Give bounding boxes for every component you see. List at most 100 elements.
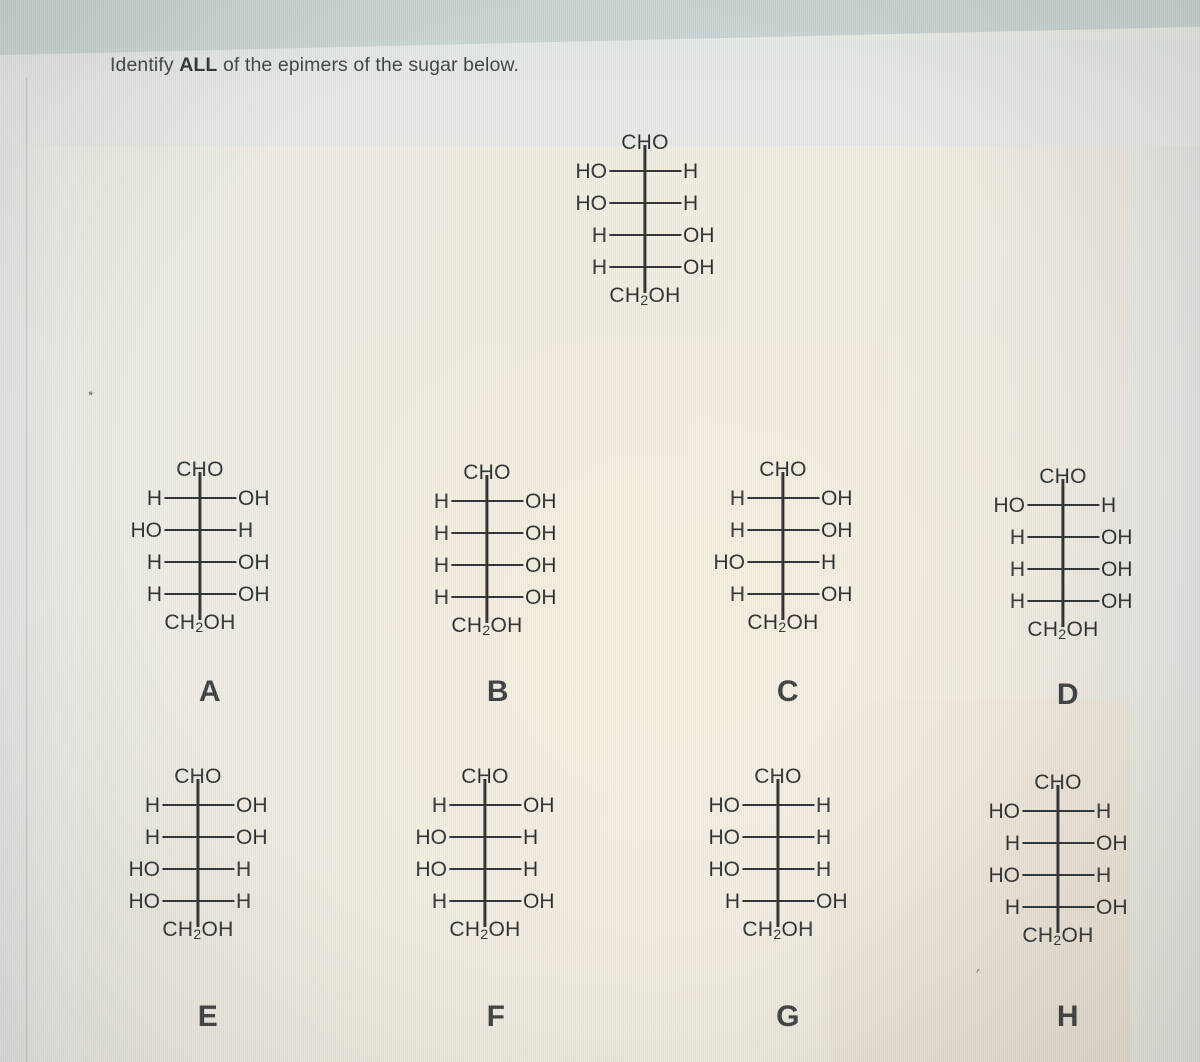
option-g-structure-row-4-left: H [724,889,740,913]
option-a-structure-row-4-left: H [146,582,162,606]
reference-sugar-row-3-left: H [591,223,607,247]
option-d-structure: CHO HO H H OH H OH H OH CH2OH [993,466,1132,642]
option-b-label[interactable]: B [468,675,528,709]
option-e-structure-bond-4 [161,899,234,903]
option-e-structure-row-4-left: HO [128,889,160,913]
option-g-structure-row-4-right: OH [815,889,848,913]
option-a-structure-row-4-right: OH [237,582,270,606]
option-e-label[interactable]: E [178,1000,238,1034]
option-a-structure-bottom-group: CH2OH [164,611,236,635]
option-d-structure-row-1-right: H [1100,493,1117,517]
reference-sugar-bond-4 [608,265,681,269]
option-c-structure-row-3-left: HO [713,550,745,574]
option-b-structure-row-4-left: H [433,585,449,609]
option-b-structure-bond-3 [450,563,523,567]
option-e-structure: CHO H OH H OH HO H HO H CH2OH [128,765,267,942]
option-f-structure-bond-1 [448,803,521,807]
option-g-label[interactable]: G [758,1000,818,1034]
option-d-structure-bond-4 [1026,599,1099,603]
option-c-structure-bond-4 [746,592,819,596]
option-c-structure-row-4-right: OH [820,582,853,606]
prompt-emphasis: ALL [179,54,218,76]
option-e-structure-bottom-group: CH2OH [162,918,234,942]
reference-sugar: CHO HO H HO H H OH H OH CH2OH [575,132,714,308]
option-e-structure-row-1-left: H [144,793,160,817]
option-a-structure-top-group: CHO [176,458,224,481]
option-b-structure-bottom-group: CH2OH [451,614,523,638]
option-d-structure-row-3-right: OH [1100,557,1133,581]
option-f-structure-bond-2 [448,835,521,839]
option-f-structure-row-2-left: HO [415,825,447,849]
option-f-structure-bond-3 [448,867,521,871]
option-g-structure: CHO HO H HO H HO H H OH CH2OH [708,766,847,942]
option-c-label[interactable]: C [758,675,818,709]
option-h-structure-row-2-left: H [1004,831,1020,855]
reference-sugar-bond-3 [608,233,681,237]
option-h-structure-row-3-right: H [1095,863,1112,887]
option-d-structure-bond-1 [1026,503,1099,507]
option-f-structure-row-1-left: H [431,793,447,817]
option-b-structure-top-group: CHO [463,461,511,484]
prompt-text-before: Identify [110,54,180,76]
option-e-structure-row-4-right: H [235,889,252,913]
option-g-structure-bond-4 [741,899,814,903]
option-a-structure-row-2-right: H [237,518,254,542]
option-a-label[interactable]: A [180,675,240,709]
option-f-structure-bond-4 [448,899,521,903]
option-c-structure-bond-2 [746,528,819,532]
question-prompt: Identify ALL of the epimers of the sugar… [110,54,519,77]
option-h-structure-bond-2 [1021,841,1094,845]
option-a-structure-row-3-left: H [146,550,162,574]
option-e-structure-row-3-right: H [235,857,252,881]
option-d-structure-row-4-right: OH [1100,589,1133,613]
option-d-label[interactable]: D [1038,678,1098,712]
option-c-structure-bottom-group: CH2OH [747,611,819,635]
option-d-structure-bottom-group: CH2OH [1027,618,1099,642]
reference-sugar-row-1-left: HO [575,159,607,183]
option-g-structure-row-2-left: HO [708,825,740,849]
option-d-structure-row-2-left: H [1009,525,1025,549]
option-d-structure-row-4-left: H [1009,589,1025,613]
option-c-structure-bond-3 [746,560,819,564]
option-d-structure-row-1-left: HO [993,493,1025,517]
option-a-structure-row-2-left: HO [130,518,162,542]
option-c-structure-top-group: CHO [759,458,807,481]
option-b-structure-row-2-right: OH [524,521,557,545]
option-e-structure-top-group: CHO [174,765,222,788]
option-d-structure-row-2-right: OH [1100,525,1133,549]
option-g-structure-bond-1 [741,803,814,807]
option-g-structure-row-2-right: H [815,825,832,849]
option-b-structure-bond-2 [450,531,523,535]
reference-sugar-bond-2 [608,201,681,205]
option-h-structure-bond-4 [1021,905,1094,909]
reference-sugar-bottom-group: CH2OH [609,284,681,308]
option-h-structure-row-1-right: H [1095,799,1112,823]
option-g-structure-bottom-group: CH2OH [742,918,814,942]
option-g-structure-bond-3 [741,867,814,871]
option-e-structure-bond-1 [161,803,234,807]
option-c-structure-bond-1 [746,496,819,500]
stray-pen-mark-left: ⋆ [84,384,97,403]
option-a-structure: CHO H OH HO H H OH H OH CH2OH [130,458,269,635]
option-c-structure-row-1-left: H [729,486,745,510]
option-f-structure-row-4-right: OH [522,889,555,913]
option-h-label[interactable]: H [1038,1000,1098,1034]
option-c-structure-row-4-left: H [729,582,745,606]
option-f-structure: CHO H OH HO H HO H H OH CH2OH [415,766,554,942]
option-f-structure-row-1-right: OH [522,793,555,817]
option-e-structure-row-3-left: HO [128,857,160,881]
option-e-structure-bond-2 [161,835,234,839]
option-c-structure-row-2-left: H [729,518,745,542]
option-f-structure-row-3-left: HO [415,857,447,881]
option-f-structure-bottom-group: CH2OH [449,918,521,942]
option-h-structure-row-2-right: OH [1095,831,1128,855]
option-f-label[interactable]: F [466,1000,526,1034]
option-c-structure: CHO H OH H OH HO H H OH CH2OH [713,458,852,635]
option-b-structure-row-4-right: OH [524,585,557,609]
option-c-structure-row-3-right: H [820,550,837,574]
option-b-structure-row-1-left: H [433,489,449,513]
option-d-structure-bond-2 [1026,535,1099,539]
option-a-structure-bond-3 [163,560,236,564]
option-a-structure-row-1-left: H [146,486,162,510]
option-a-structure-bond-1 [163,496,236,500]
